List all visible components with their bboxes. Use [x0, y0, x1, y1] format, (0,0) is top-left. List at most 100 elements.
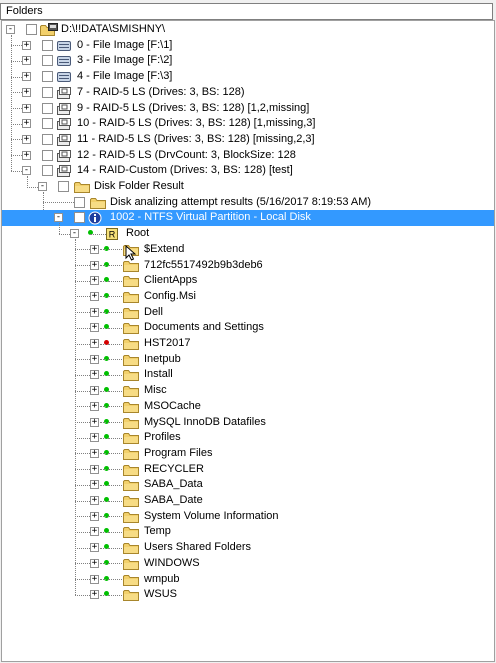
raid-icon: [56, 102, 72, 116]
collapse-toggle[interactable]: -: [6, 25, 15, 34]
expand-toggle[interactable]: +: [90, 480, 99, 490]
expand-toggle[interactable]: +: [22, 72, 31, 82]
item-checkbox[interactable]: [42, 133, 53, 145]
disk-image-icon: [56, 54, 72, 68]
expand-toggle[interactable]: +: [22, 40, 31, 50]
expand-toggle[interactable]: +: [90, 260, 99, 270]
expand-toggle[interactable]: +: [90, 496, 99, 505]
item-checkbox[interactable]: [58, 181, 69, 192]
expand-toggle[interactable]: +: [22, 134, 31, 144]
tree-connector-line: [108, 500, 122, 502]
item-label: Users Shared Folders: [144, 541, 251, 554]
item-label: Install: [144, 368, 173, 381]
expand-toggle[interactable]: +: [22, 150, 31, 160]
item-checkbox[interactable]: [42, 71, 53, 83]
folders-panel-header: Folders: [0, 3, 493, 20]
tree-item-5[interactable]: +9 - RAID-5 LS (Drives: 3, BS: 128) [1,2…: [2, 101, 494, 117]
expand-toggle[interactable]: +: [90, 339, 99, 348]
item-checkbox[interactable]: [42, 165, 53, 177]
item-checkbox[interactable]: [42, 149, 53, 161]
collapse-toggle[interactable]: -: [22, 166, 31, 176]
expand-toggle[interactable]: +: [90, 323, 99, 333]
expand-toggle[interactable]: +: [90, 386, 99, 396]
expand-toggle[interactable]: +: [90, 417, 99, 427]
tree-connector-line: [108, 359, 122, 361]
expand-toggle[interactable]: +: [22, 87, 31, 97]
tree-connector-line: [108, 422, 122, 423]
item-checkbox[interactable]: [42, 86, 53, 98]
item-checkbox[interactable]: [42, 102, 53, 114]
tree-root-path[interactable]: - D:\!!DATA\SMISHNY\: [2, 22, 494, 38]
tree-connector-line: [11, 92, 22, 94]
folder-icon: [123, 495, 139, 507]
tree-item-7[interactable]: +11 - RAID-5 LS (Drives: 3, BS: 128) [mi…: [2, 132, 494, 148]
tree-connector-line: [75, 406, 90, 408]
expand-toggle[interactable]: +: [22, 103, 31, 113]
item-label: D:\!!DATA\SMISHNY\: [61, 23, 166, 35]
expand-toggle[interactable]: +: [90, 590, 99, 600]
folder-tree[interactable]: - D:\!!DATA\SMISHNY\ +0 - File Image [F:\1…: [1, 20, 495, 662]
tree-connector-line: [100, 406, 106, 408]
tree-connector-line: [108, 437, 122, 439]
tree-item-9[interactable]: - 14 - RAID-Custom (Drives: 3, BS: 128) […: [2, 163, 494, 179]
tree-item-3[interactable]: +4 - File Image [F:\3]: [2, 69, 494, 85]
expand-toggle[interactable]: +: [90, 574, 99, 584]
tree-connector-line: [75, 469, 90, 471]
expand-toggle[interactable]: +: [90, 464, 99, 474]
tree-connector-line: [75, 374, 90, 376]
expand-toggle[interactable]: +: [90, 558, 99, 568]
tree-connector-line: [75, 280, 90, 282]
raid-icon: [56, 117, 72, 131]
item-checkbox[interactable]: [26, 24, 37, 35]
expand-toggle[interactable]: +: [90, 448, 99, 458]
folder-icon: [90, 197, 106, 209]
folder-icon: [123, 542, 139, 555]
tree-item-4[interactable]: +7 - RAID-5 LS (Drives: 3, BS: 128): [2, 85, 494, 101]
tree-connector-line: [100, 500, 106, 502]
tree-connector-line: [100, 579, 106, 580]
tree-connector-line: [100, 422, 106, 423]
expand-toggle[interactable]: +: [90, 511, 99, 521]
tree-attempt-results[interactable]: Disk analizing attempt results (5/16/201…: [2, 195, 494, 211]
item-checkbox[interactable]: [74, 212, 85, 224]
tree-item-6[interactable]: +10 - RAID-5 LS (Drives: 3, BS: 128) [1,…: [2, 116, 494, 132]
collapse-toggle[interactable]: -: [70, 229, 79, 239]
svg-text:R: R: [109, 230, 116, 240]
expand-toggle[interactable]: +: [90, 543, 99, 553]
expand-toggle[interactable]: +: [90, 433, 99, 443]
expand-toggle[interactable]: +: [90, 370, 99, 380]
expand-toggle[interactable]: +: [90, 354, 99, 364]
tree-connector-line: [100, 547, 106, 549]
tree-disk-folder-result[interactable]: - Disk Folder Result: [2, 179, 494, 195]
expand-toggle[interactable]: +: [90, 276, 99, 286]
folders-panel-title: Folders: [6, 5, 43, 17]
partition-info-icon: [88, 211, 104, 225]
item-label: 11 - RAID-5 LS (Drives: 3, BS: 128) [mis…: [77, 132, 315, 145]
expand-toggle[interactable]: +: [22, 56, 31, 66]
folder-icon: [123, 354, 139, 366]
tree-partition[interactable]: - 1002 - NTFS Virtual Partition - Local D…: [2, 210, 494, 227]
item-checkbox[interactable]: [42, 39, 53, 51]
expand-toggle[interactable]: +: [90, 291, 99, 301]
item-checkbox[interactable]: [42, 55, 53, 67]
tree-item-2[interactable]: +3 - File Image [F:\2]: [2, 53, 494, 69]
item-label: System Volume Information: [144, 509, 279, 522]
expand-toggle[interactable]: +: [90, 401, 99, 411]
tree-item-1[interactable]: +0 - File Image [F:\1]: [2, 38, 494, 54]
expand-toggle[interactable]: +: [22, 119, 31, 129]
collapse-toggle[interactable]: -: [54, 213, 63, 223]
item-checkbox[interactable]: [74, 196, 85, 208]
folder-icon: [123, 526, 139, 539]
expand-toggle[interactable]: +: [90, 244, 99, 254]
tree-connector-line: [75, 531, 90, 533]
tree-connector-line: [11, 123, 22, 125]
item-label: wmpub: [144, 572, 180, 585]
expand-toggle[interactable]: +: [90, 307, 99, 317]
item-checkbox[interactable]: [42, 118, 53, 130]
folder-icon: [123, 401, 139, 413]
tree-connector-line: [100, 484, 106, 486]
expand-toggle[interactable]: +: [90, 527, 99, 537]
folder-icon: [123, 338, 139, 350]
collapse-toggle[interactable]: -: [38, 182, 47, 191]
tree-item-8[interactable]: +12 - RAID-5 LS (DrvCount: 3, BlockSize:…: [2, 148, 494, 164]
